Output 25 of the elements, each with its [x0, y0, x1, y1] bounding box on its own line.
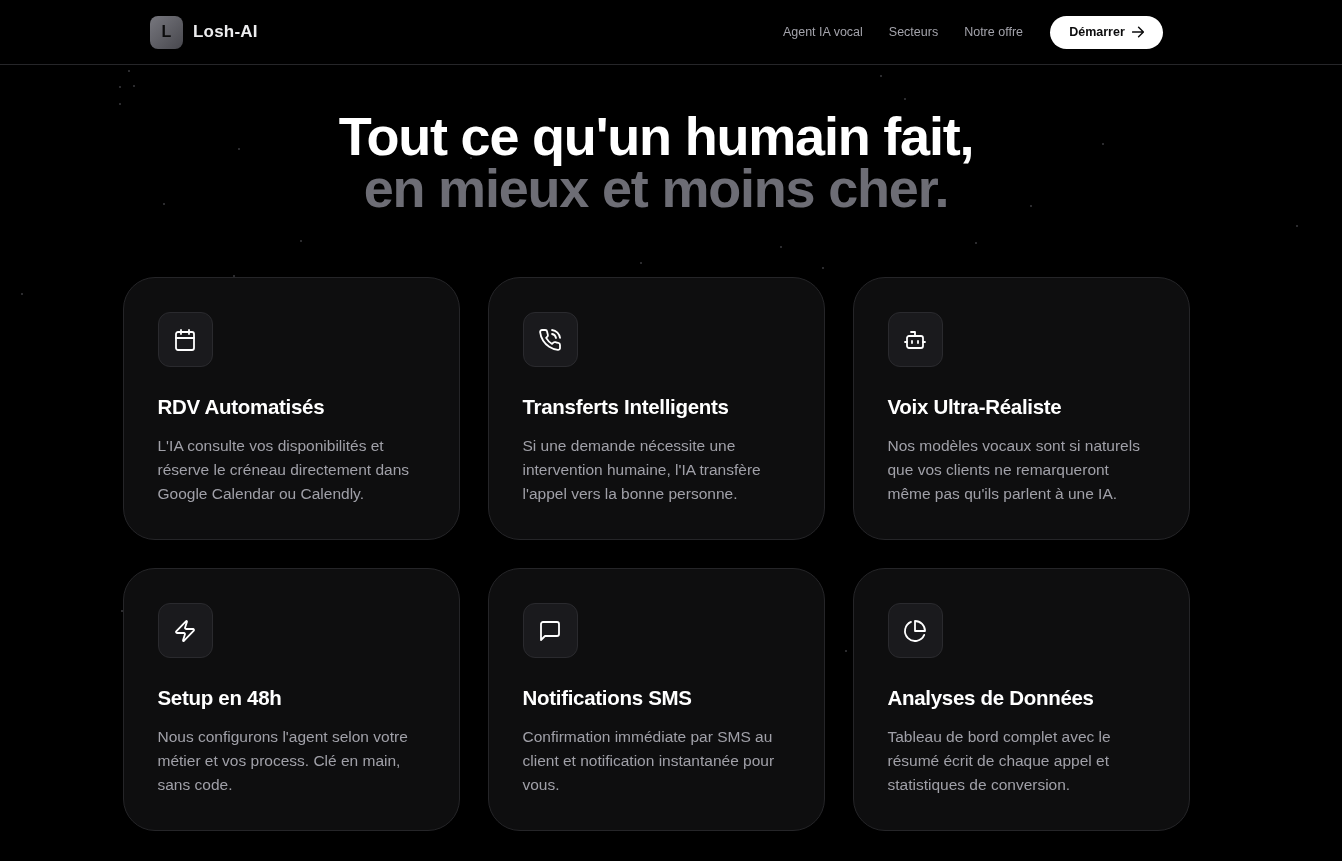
phone-call-icon [522, 312, 578, 367]
robot-icon [887, 312, 943, 367]
nav-link[interactable]: Agent IA vocal [782, 25, 863, 39]
nav-link[interactable]: Secteurs [888, 25, 939, 39]
feature-title: Voix Ultra-Réaliste [887, 394, 1063, 420]
nav-link[interactable]: Notre offre [964, 25, 1023, 39]
feature-description: Confirmation immédiate par SMS au client et notification instantanée pour vous. [522, 727, 776, 795]
start-button[interactable]: Démarrer [1050, 15, 1163, 49]
feature-title: Transferts Intelligents [522, 394, 730, 420]
feature-description: Nos modèles vocaux sont si naturels que vos clients ne remarqueront même pas qu'ils parlent à une IA. [887, 436, 1141, 504]
feature-title: RDV Automatisés [157, 394, 326, 420]
feature-description: Tableau de bord complet avec le résumé écrit de chaque appel et statistiques de conversion. [887, 727, 1112, 795]
calendar-icon [157, 312, 213, 367]
feature-description: Si une demande nécessite une intervention humaine, l'IA transfère l'appel vers la bonne personne. [522, 436, 762, 504]
feature-title: Setup en 48h [157, 685, 283, 711]
feature-title: Notifications SMS [522, 685, 693, 711]
feature-description: Nous configurons l'agent selon votre métier et vos process. Clé en main, sans code. [157, 727, 409, 795]
logo-mark: L [150, 15, 183, 49]
lightning-icon [157, 603, 213, 658]
chat-bubble-icon [522, 603, 578, 658]
feature-description: L'IA consulte vos disponibilités et réserve le créneau directement dans Google Calendar ou Calendly. [157, 436, 411, 504]
brand-name: Losh-AI [193, 22, 258, 42]
arrow-right-icon [1131, 26, 1144, 38]
feature-title: Analyses de Données [887, 685, 1095, 711]
pie-chart-icon [887, 603, 943, 658]
